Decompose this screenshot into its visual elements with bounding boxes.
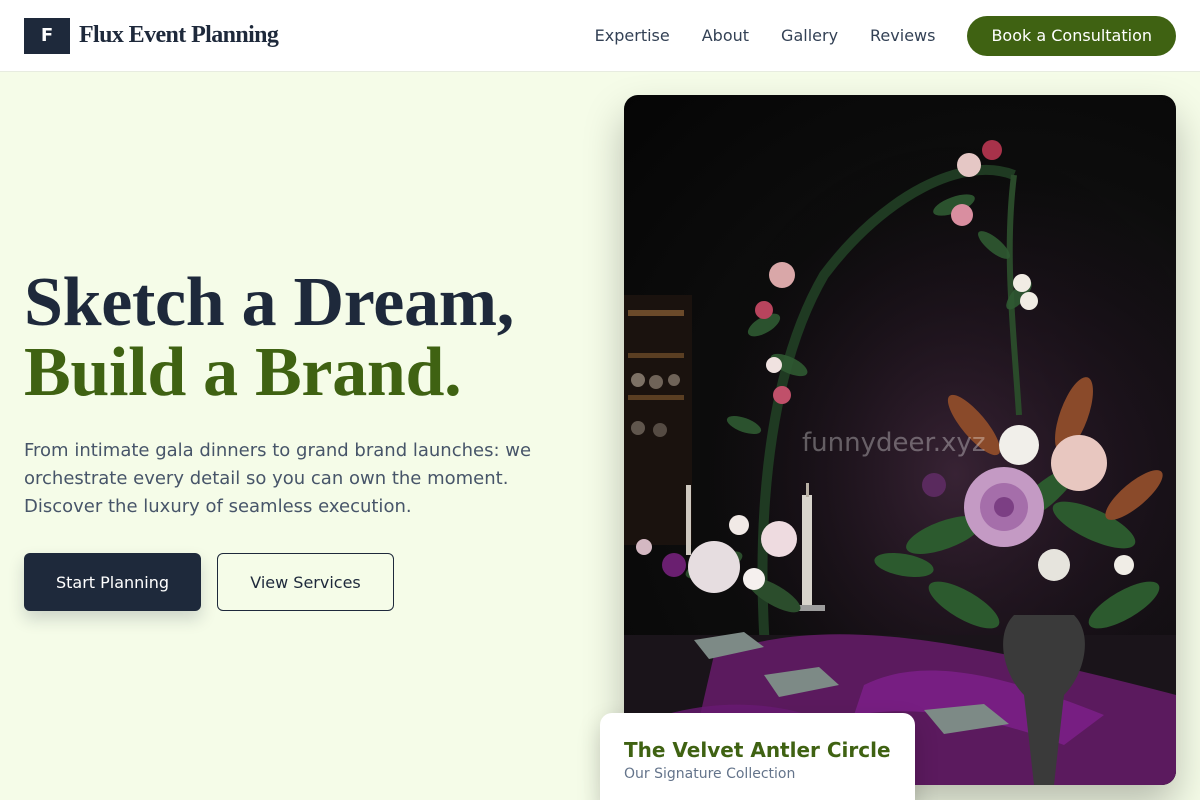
nav-link-reviews[interactable]: Reviews <box>870 26 935 45</box>
brand-name: Flux Event Planning <box>79 22 279 48</box>
hero-title-line2: Build a Brand. <box>24 334 462 411</box>
caption-subtitle: Our Signature Collection <box>624 766 796 782</box>
nav-menu: Expertise About Gallery Reviews Book a C… <box>595 15 1176 56</box>
start-planning-button[interactable]: Start Planning <box>24 553 201 611</box>
nav-link-expertise[interactable]: Expertise <box>595 26 670 45</box>
book-consultation-button[interactable]: Book a Consultation <box>967 15 1176 56</box>
hero-photo: funnydeer.xyz <box>624 95 1176 785</box>
hero-title: Sketch a Dream, Build a Brand. <box>24 268 514 408</box>
caption-title: The Velvet Antler Circle <box>624 738 891 762</box>
hero-description: From intimate gala dinners to grand bran… <box>24 440 532 517</box>
image-watermark: funnydeer.xyz <box>802 428 986 458</box>
brand[interactable]: F Flux Event Planning <box>24 17 279 54</box>
hero-title-line1: Sketch a Dream, <box>24 264 514 341</box>
logo-icon: F <box>24 17 70 54</box>
navbar: F Flux Event Planning Expertise About Ga… <box>0 0 1200 72</box>
view-services-button[interactable]: View Services <box>217 553 394 611</box>
caption-card: The Velvet Antler Circle Our Signature C… <box>600 713 915 800</box>
nav-link-gallery[interactable]: Gallery <box>781 26 838 45</box>
nav-link-about[interactable]: About <box>702 26 749 45</box>
